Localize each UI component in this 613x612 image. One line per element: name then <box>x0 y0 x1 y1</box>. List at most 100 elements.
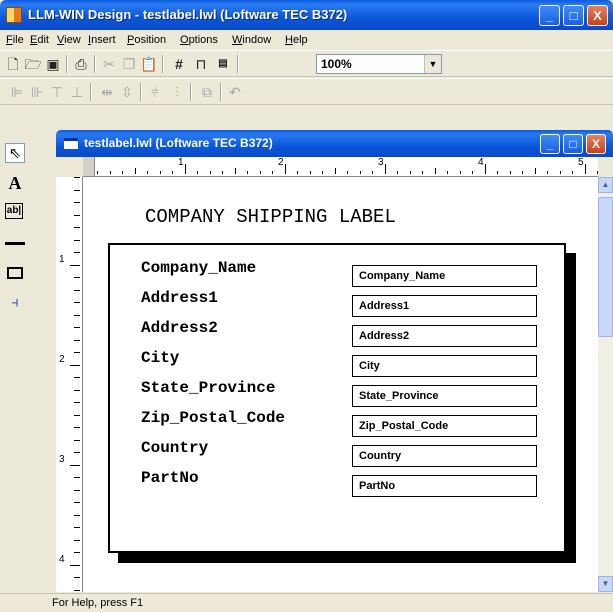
menu-view[interactable]: View <box>57 34 81 46</box>
ruler-label: 4 <box>478 157 484 168</box>
menu-window[interactable]: Window <box>232 34 271 46</box>
ruler-label: 3 <box>59 454 65 465</box>
field-label-city[interactable]: City <box>141 349 179 367</box>
ruler-tick <box>74 214 80 216</box>
toolbar-separator <box>237 55 239 73</box>
ruler-tick <box>74 427 80 428</box>
scroll-thumb[interactable] <box>598 197 613 337</box>
ruler-label: 1 <box>59 254 65 265</box>
line-tool-icon[interactable] <box>5 233 25 253</box>
center-horizontal-icon[interactable]: ⫩ <box>146 83 164 101</box>
align-top-icon[interactable]: ⊤ <box>48 83 66 101</box>
ruler-tick <box>74 327 80 328</box>
magnet-icon[interactable]: ⊓ <box>192 55 210 73</box>
menu-insert[interactable]: Insert <box>88 34 116 46</box>
field-box-address2[interactable]: Address2 <box>352 325 537 347</box>
ruler-tick <box>359 171 361 174</box>
cut-icon[interactable]: ✂ <box>100 55 118 73</box>
align-bottom-icon[interactable]: ⊥ <box>68 83 86 101</box>
app-title-bar[interactable]: LLM-WIN Design - testlabel.lwl (Loftware… <box>0 0 613 30</box>
doc-close-button[interactable]: X <box>586 134 606 154</box>
new-file-icon[interactable]: 🗋 <box>4 55 22 73</box>
field-label-company-name[interactable]: Company_Name <box>141 259 256 277</box>
center-vertical-icon[interactable]: ⫶ <box>168 83 186 101</box>
rectangle-tool-icon[interactable] <box>5 263 25 283</box>
ruler-tick <box>74 352 80 353</box>
scroll-up-icon[interactable]: ▲ <box>598 177 613 193</box>
ruler-tick <box>74 314 80 316</box>
scroll-down-icon[interactable]: ▼ <box>598 576 613 592</box>
align-left-icon[interactable]: ⊫ <box>8 83 26 101</box>
label-heading[interactable]: COMPANY SHIPPING LABEL <box>145 206 396 228</box>
undo-icon[interactable]: ↶ <box>226 83 244 101</box>
field-box-state-province[interactable]: State_Province <box>352 385 537 407</box>
field-label-country[interactable]: Country <box>141 439 208 457</box>
ruler-tick <box>309 171 311 174</box>
pointer-icon[interactable]: ⇖ <box>5 143 25 163</box>
document-icon <box>64 138 78 149</box>
bring-front-icon[interactable]: ⧉ <box>198 83 216 101</box>
ruler-tick <box>70 564 80 566</box>
align-right-icon[interactable]: ⊪ <box>28 83 46 101</box>
minimize-button[interactable]: _ <box>539 5 560 26</box>
field-label-zip-postal-code[interactable]: Zip_Postal_Code <box>141 409 285 427</box>
field-box-city[interactable]: City <box>352 355 537 377</box>
ruler-tick <box>534 168 536 174</box>
ruler-tick <box>247 171 248 174</box>
doc-minimize-button[interactable]: _ <box>540 134 560 154</box>
menu-position[interactable]: Position <box>127 34 166 46</box>
menu-help[interactable]: Help <box>285 34 308 46</box>
open-folder-icon[interactable]: 🗁 <box>24 55 42 73</box>
print-icon[interactable]: ⎙ <box>72 55 90 73</box>
vertical-ruler: 1 2 3 4 <box>56 177 83 592</box>
field-label-partno[interactable]: PartNo <box>141 469 199 487</box>
menu-edit[interactable]: Edit <box>30 34 49 46</box>
field-label-address1[interactable]: Address1 <box>141 289 218 307</box>
ruler-tick <box>434 168 436 174</box>
text-tool-icon[interactable]: A <box>5 173 25 193</box>
document-title-bar[interactable]: testlabel.lwl (Loftware TEC B372) _ □ X <box>56 130 613 157</box>
ruler-tick <box>322 171 323 174</box>
doc-maximize-button[interactable]: □ <box>563 134 583 154</box>
label-box[interactable]: Company_Name Address1 Address2 City Stat… <box>108 243 566 553</box>
zoom-select[interactable]: 100% ▼ <box>316 54 442 74</box>
maximize-button[interactable]: □ <box>563 5 584 26</box>
field-box-text: Address1 <box>359 300 410 312</box>
ruler-label: 2 <box>59 354 65 365</box>
ruler-tick <box>74 377 80 378</box>
field-box-partno[interactable]: PartNo <box>352 475 537 497</box>
ruler-tick <box>147 171 148 174</box>
chevron-down-icon[interactable]: ▼ <box>424 55 441 73</box>
field-box-country[interactable]: Country <box>352 445 537 467</box>
ruler-tick <box>74 502 80 503</box>
copy-icon[interactable]: ❐ <box>120 55 138 73</box>
ruler-tick <box>172 171 173 174</box>
field-tool-icon[interactable]: ab| <box>5 203 23 219</box>
ruler-tick <box>159 171 161 174</box>
ruler-tick <box>584 164 586 174</box>
vertical-scrollbar[interactable]: ▲ ▼ <box>598 177 613 592</box>
grid-icon[interactable]: # <box>170 55 188 73</box>
ruler-tick <box>509 171 511 174</box>
field-label-state-province[interactable]: State_Province <box>141 379 275 397</box>
space-vertical-icon[interactable]: ⇳ <box>118 83 136 101</box>
field-box-zip-postal-code[interactable]: Zip_Postal_Code <box>352 415 537 437</box>
ruler-tick <box>472 171 473 174</box>
ruler-tick <box>74 514 80 516</box>
menu-file[interactable]: File <box>6 34 24 46</box>
ruler-label: 5 <box>578 157 584 168</box>
field-label-address2[interactable]: Address2 <box>141 319 218 337</box>
ruler-tick <box>74 339 80 341</box>
odbc-icon[interactable]: ▤ <box>214 55 232 73</box>
save-icon[interactable]: ▣ <box>44 55 62 73</box>
ruler-tick <box>109 171 111 174</box>
barcode-tool-icon[interactable]: ⫞ <box>5 293 25 313</box>
space-horizontal-icon[interactable]: ⇹ <box>98 83 116 101</box>
ruler-tick <box>97 171 98 174</box>
close-button[interactable]: X <box>587 5 608 26</box>
field-box-company-name[interactable]: Company_Name <box>352 265 537 287</box>
paste-icon[interactable]: 📋 <box>140 55 158 73</box>
menu-options[interactable]: Options <box>180 34 218 46</box>
label-canvas[interactable]: COMPANY SHIPPING LABEL Company_Name Addr… <box>83 177 598 592</box>
field-box-address1[interactable]: Address1 <box>352 295 537 317</box>
